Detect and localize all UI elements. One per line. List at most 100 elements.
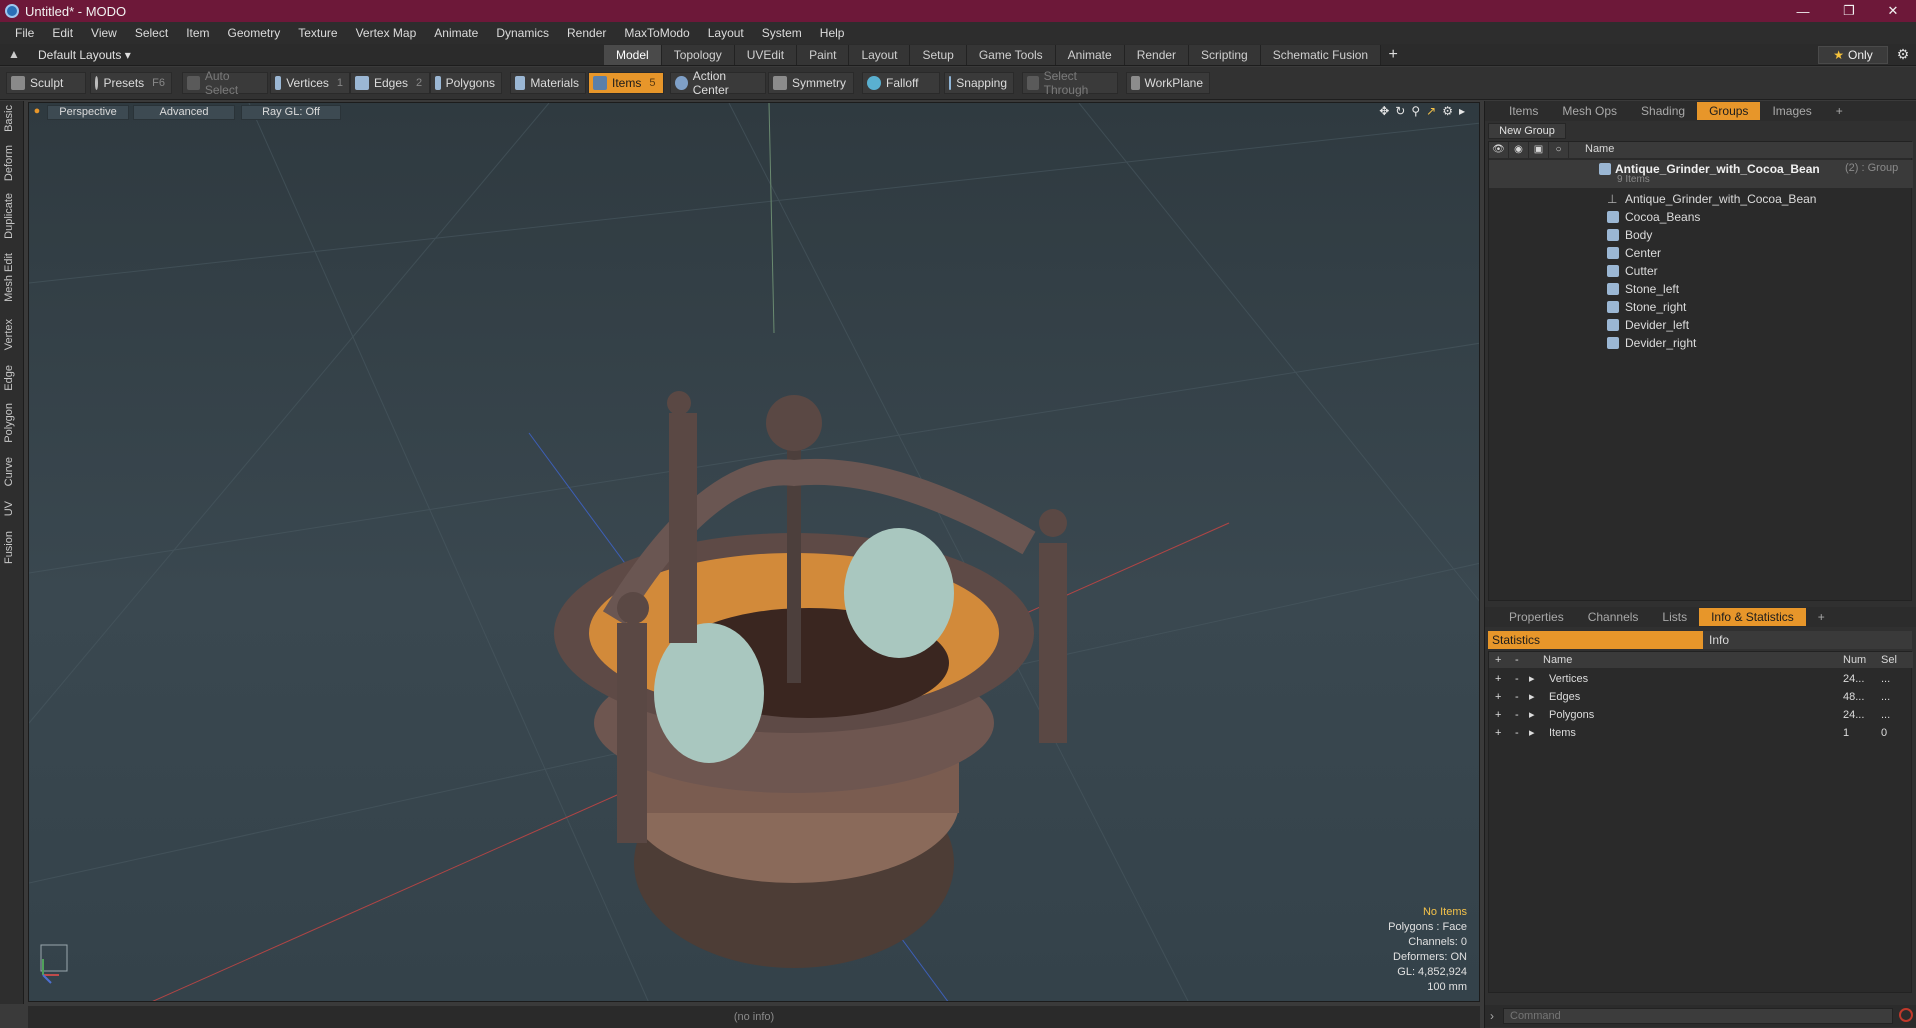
expand-triangle-icon[interactable]: ▸ <box>1529 706 1535 724</box>
tab-game-tools[interactable]: Game Tools <box>966 45 1056 65</box>
menu-edit[interactable]: Edit <box>43 26 82 40</box>
select-through-button[interactable]: Select Through <box>1022 69 1118 97</box>
list-item[interactable]: Stone_right <box>1489 298 1913 316</box>
shading-dropdown[interactable]: Advanced <box>133 105 235 120</box>
maximize-icon[interactable]: ↗ <box>1426 104 1436 118</box>
command-input[interactable] <box>1503 1008 1893 1024</box>
menu-texture[interactable]: Texture <box>289 26 346 40</box>
remove-icon[interactable]: - <box>1515 706 1519 724</box>
expand-triangle-icon[interactable]: ▸ <box>1529 688 1535 706</box>
restore-icon[interactable]: ❐ <box>1826 0 1872 22</box>
statistics-tab[interactable]: Statistics <box>1488 631 1703 649</box>
perspective-dropdown[interactable]: Perspective <box>47 105 129 120</box>
add-icon[interactable]: + <box>1495 724 1501 742</box>
menu-item[interactable]: Item <box>177 26 218 40</box>
add-icon[interactable]: + <box>1495 688 1501 706</box>
table-row[interactable]: + - ▸ Edges 48...... <box>1489 688 1913 706</box>
presets-button[interactable]: Presets F6 <box>90 72 172 94</box>
close-icon[interactable]: ✕ <box>1870 0 1916 22</box>
menu-animate[interactable]: Animate <box>425 26 487 40</box>
tab-shading[interactable]: Shading <box>1629 102 1697 120</box>
materials-button[interactable]: Materials <box>510 72 586 94</box>
tab-channels[interactable]: Channels <box>1576 608 1651 626</box>
tab-edge[interactable]: Edge <box>3 365 21 391</box>
add-info-tab-icon[interactable]: + <box>1806 608 1837 626</box>
tab-mesh-edit[interactable]: Mesh Edit <box>3 253 21 302</box>
tab-basic[interactable]: Basic <box>3 105 21 132</box>
tab-images[interactable]: Images <box>1760 102 1823 120</box>
tab-scripting[interactable]: Scripting <box>1189 45 1261 65</box>
zoom-icon[interactable]: ⚲ <box>1411 104 1420 118</box>
polygons-button[interactable]: Polygons <box>430 72 502 94</box>
items-button[interactable]: Items 5 <box>588 72 664 94</box>
pan-icon[interactable]: ✥ <box>1379 104 1389 118</box>
tab-paint[interactable]: Paint <box>797 45 850 65</box>
tab-schematic-fusion[interactable]: Schematic Fusion <box>1260 45 1382 65</box>
new-group-button[interactable]: New Group <box>1488 123 1566 139</box>
tab-vertex[interactable]: Vertex <box>3 319 21 350</box>
tab-uvedit[interactable]: UVEdit <box>734 45 798 65</box>
list-item[interactable]: ⊥ Antique_Grinder_with_Cocoa_Bean <box>1489 190 1913 208</box>
tab-curve[interactable]: Curve <box>3 457 21 486</box>
viewport-gear-icon[interactable]: ⚙ <box>1442 104 1453 118</box>
menu-view[interactable]: View <box>82 26 126 40</box>
remove-icon[interactable]: - <box>1515 670 1519 688</box>
menu-maxtomodo[interactable]: MaxToModo <box>615 26 698 40</box>
list-item[interactable]: Devider_left <box>1489 316 1913 334</box>
sculpt-button[interactable]: Sculpt <box>6 72 86 94</box>
tab-deform[interactable]: Deform <box>3 145 21 181</box>
tab-setup[interactable]: Setup <box>910 45 967 65</box>
remove-icon[interactable]: - <box>1515 688 1519 706</box>
remove-icon[interactable]: - <box>1515 724 1519 742</box>
add-tab-icon[interactable]: + <box>1381 44 1405 66</box>
table-row[interactable]: + - ▸ Polygons 24...... <box>1489 706 1913 724</box>
list-item[interactable]: Cocoa_Beans <box>1489 208 1913 226</box>
rotate-icon[interactable]: ↻ <box>1395 104 1405 118</box>
list-item[interactable]: Center <box>1489 244 1913 262</box>
tab-model[interactable]: Model <box>604 45 662 65</box>
lock-icon[interactable]: ▣ <box>1529 142 1549 158</box>
add-panel-tab-icon[interactable]: + <box>1824 102 1855 120</box>
tab-fusion[interactable]: Fusion <box>3 531 21 564</box>
table-row[interactable]: + - ▸ Vertices 24...... <box>1489 670 1913 688</box>
visibility-icon[interactable]: 👁 <box>1489 142 1509 158</box>
tab-properties[interactable]: Properties <box>1497 608 1576 626</box>
select-icon[interactable]: ○ <box>1549 142 1569 158</box>
menu-file[interactable]: File <box>6 26 43 40</box>
tab-info-statistics[interactable]: Info & Statistics <box>1699 608 1806 626</box>
record-icon[interactable] <box>1899 1008 1913 1022</box>
menu-render[interactable]: Render <box>558 26 615 40</box>
symmetry-button[interactable]: Symmetry <box>768 72 854 94</box>
tab-animate[interactable]: Animate <box>1055 45 1125 65</box>
viewport-menu-icon[interactable]: ● <box>33 105 41 120</box>
info-tab[interactable]: Info <box>1703 631 1912 649</box>
tab-layout[interactable]: Layout <box>849 45 911 65</box>
workplane-button[interactable]: WorkPlane <box>1126 72 1210 94</box>
raygl-dropdown[interactable]: Ray GL: Off <box>241 105 341 120</box>
expand-all-icon[interactable]: + <box>1495 652 1501 668</box>
tab-mesh-ops[interactable]: Mesh Ops <box>1550 102 1629 120</box>
expand-arrow-icon[interactable]: ▸ <box>1459 104 1465 118</box>
tab-lists[interactable]: Lists <box>1650 608 1699 626</box>
default-layouts-dropdown[interactable]: Default Layouts ▾ <box>38 48 131 62</box>
list-item[interactable]: Body <box>1489 226 1913 244</box>
tab-polygon[interactable]: Polygon <box>3 403 21 443</box>
table-row[interactable]: + - ▸ Items 1 0 <box>1489 724 1913 742</box>
menu-vertex-map[interactable]: Vertex Map <box>347 26 426 40</box>
snapping-button[interactable]: Snapping <box>944 72 1014 94</box>
menu-layout[interactable]: Layout <box>699 26 753 40</box>
render-icon[interactable]: ◉ <box>1509 142 1529 158</box>
add-icon[interactable]: + <box>1495 706 1501 724</box>
menu-select[interactable]: Select <box>126 26 177 40</box>
list-item[interactable]: Cutter <box>1489 262 1913 280</box>
expand-triangle-icon[interactable]: ▸ <box>1529 724 1535 742</box>
list-item[interactable]: Devider_right <box>1489 334 1913 352</box>
tab-render[interactable]: Render <box>1124 45 1190 65</box>
menu-help[interactable]: Help <box>811 26 854 40</box>
tab-duplicate[interactable]: Duplicate <box>3 193 21 239</box>
action-center-button[interactable]: Action Center <box>670 69 766 97</box>
tab-items[interactable]: Items <box>1497 102 1550 120</box>
menu-geometry[interactable]: Geometry <box>219 26 290 40</box>
menu-system[interactable]: System <box>753 26 811 40</box>
falloff-button[interactable]: Falloff <box>862 72 940 94</box>
